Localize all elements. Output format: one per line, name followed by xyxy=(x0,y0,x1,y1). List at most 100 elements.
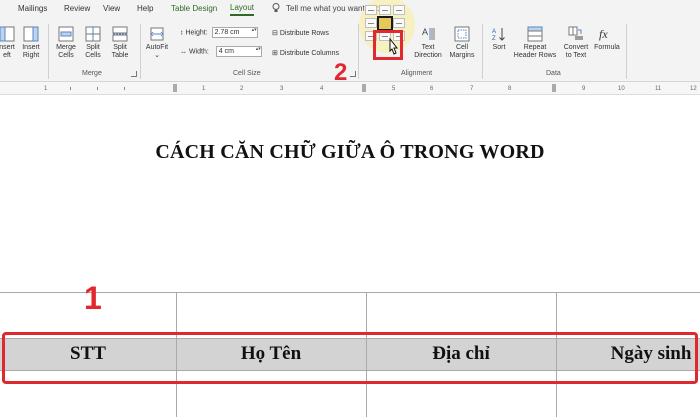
merge-cells-icon xyxy=(58,26,74,42)
repeat-header-rows-icon xyxy=(527,26,543,42)
chevron-down-icon: ⌄ xyxy=(154,52,160,59)
align-top-left-button[interactable] xyxy=(365,5,377,15)
convert-to-text-icon xyxy=(568,26,583,40)
table-border xyxy=(0,292,700,293)
split-cells-button[interactable]: Split Cells xyxy=(81,26,105,60)
insert-right-button[interactable]: Insert Right xyxy=(18,26,44,60)
group-separator xyxy=(140,24,141,79)
ruler-mark: 12 xyxy=(690,86,697,92)
distribute-columns-button[interactable]: ⊞ Distribute Columns xyxy=(272,49,339,57)
split-cells-line1: Split xyxy=(86,44,100,51)
lightbulb-icon xyxy=(272,3,280,12)
ruler-mark: 2 xyxy=(240,86,244,92)
svg-text:A: A xyxy=(422,27,428,37)
ruler-tick xyxy=(70,87,71,90)
convert-line2: to Text xyxy=(565,52,587,59)
align-center-right-button[interactable] xyxy=(393,18,405,28)
insert-left-button[interactable]: nsert eft xyxy=(0,26,16,60)
tab-layout[interactable]: Layout xyxy=(230,3,255,16)
ruler-mark: 1 xyxy=(202,86,206,92)
ruler-tick xyxy=(97,87,98,90)
repeat-header-rows-button[interactable]: Repeat Header Rows xyxy=(512,26,558,60)
svg-text:A: A xyxy=(492,29,496,35)
width-input[interactable]: 4 cm xyxy=(215,46,262,57)
split-cells-line2: Cells xyxy=(85,52,101,59)
split-table-line1: Split xyxy=(113,44,127,51)
alignment-group-label: Alignment xyxy=(401,70,433,77)
ruler-mark: 10 xyxy=(618,86,625,92)
merge-group-label: Merge xyxy=(82,70,102,77)
group-separator xyxy=(626,24,627,79)
ribbon-layout: nsert eft Insert Right Merge Cells Split… xyxy=(0,20,700,82)
height-field[interactable]: ↕ Height: 2.78 cm xyxy=(180,27,258,38)
text-direction-line1: Text xyxy=(421,44,435,51)
tab-review[interactable]: Review xyxy=(64,4,90,13)
mouse-cursor-icon xyxy=(389,38,399,55)
cell-margins-button[interactable]: Cell Margins xyxy=(446,26,478,60)
data-group-label: Data xyxy=(546,70,561,77)
height-label: Height: xyxy=(185,29,208,37)
annotation-box-header-row xyxy=(2,332,698,384)
width-icon: ↔ xyxy=(180,48,187,56)
document-title: CÁCH CĂN CHỮ GIỮA Ô TRONG WORD xyxy=(155,141,545,163)
distribute-columns-icon: ⊞ xyxy=(272,50,278,57)
insert-right-line1: Insert xyxy=(22,44,40,51)
width-label: Width: xyxy=(188,48,209,56)
align-top-right-button[interactable] xyxy=(393,5,405,15)
distribute-rows-button[interactable]: ⊟ Distribute Rows xyxy=(272,29,329,37)
merge-dialog-launcher[interactable] xyxy=(131,71,137,77)
tab-table-design[interactable]: Table Design xyxy=(171,4,217,13)
split-table-button[interactable]: Split Table xyxy=(107,26,133,60)
group-separator xyxy=(48,24,49,79)
text-direction-button[interactable]: A Text Direction xyxy=(411,26,445,60)
formula-button[interactable]: fx Formula xyxy=(592,26,622,52)
split-table-icon xyxy=(112,26,128,42)
ruler-column-marker[interactable] xyxy=(173,84,177,92)
tab-view[interactable]: View xyxy=(103,4,120,13)
height-input[interactable]: 2.78 cm xyxy=(211,27,258,38)
insert-left-line2: eft xyxy=(3,52,11,59)
insert-right-line2: Right xyxy=(22,52,40,59)
height-icon: ↕ xyxy=(180,29,184,37)
formula-label: Formula xyxy=(594,44,620,51)
convert-to-text-button[interactable]: Convert to Text xyxy=(560,26,592,60)
autofit-button[interactable]: AutoFit ⌄ xyxy=(143,26,171,60)
align-top-center-button[interactable] xyxy=(379,5,391,15)
cell-margins-line1: Cell xyxy=(455,44,469,51)
ruler-mark: 6 xyxy=(430,86,434,92)
insert-right-icon xyxy=(23,26,39,42)
cell-margins-line2: Margins xyxy=(449,52,475,59)
tab-help[interactable]: Help xyxy=(137,4,153,13)
convert-line1: Convert xyxy=(563,44,589,51)
width-field[interactable]: ↔ Width: 4 cm xyxy=(180,46,262,57)
repeat-header-line2: Header Rows xyxy=(513,52,557,59)
sort-label: Sort xyxy=(492,44,506,51)
ribbon-tab-strip: Mailings Review View Help Table Design L… xyxy=(0,0,700,20)
text-direction-icon: A xyxy=(422,27,435,40)
insert-left-icon xyxy=(0,26,15,42)
sort-icon: AZ xyxy=(492,28,505,42)
horizontal-ruler[interactable]: 1 1 2 3 4 5 6 7 8 9 10 11 12 xyxy=(0,82,700,95)
ruler-mark: 3 xyxy=(280,86,284,92)
ruler-tick xyxy=(124,87,125,90)
align-center-left-button[interactable] xyxy=(365,18,377,28)
distribute-rows-icon: ⊟ xyxy=(272,30,278,37)
repeat-header-line1: Repeat xyxy=(523,44,547,51)
cell-size-dialog-launcher[interactable] xyxy=(350,71,356,77)
ruler-column-marker[interactable] xyxy=(362,84,366,92)
tab-mailings[interactable]: Mailings xyxy=(18,4,47,13)
ruler-mark: 4 xyxy=(320,86,324,92)
distribute-columns-label: Distribute Columns xyxy=(279,50,339,57)
merge-cells-button[interactable]: Merge Cells xyxy=(53,26,79,60)
sort-button[interactable]: AZ Sort xyxy=(488,26,510,52)
svg-text:Z: Z xyxy=(492,36,496,42)
group-separator xyxy=(482,24,483,79)
cell-size-group-label: Cell Size xyxy=(233,70,261,77)
ruler-mark: 8 xyxy=(508,86,512,92)
insert-left-line1: nsert xyxy=(0,44,15,51)
align-center-button[interactable] xyxy=(377,16,393,31)
text-direction-line2: Direction xyxy=(414,52,442,59)
ruler-mark: 5 xyxy=(392,86,396,92)
ruler-column-marker[interactable] xyxy=(552,84,556,92)
formula-fx-icon: fx xyxy=(599,27,608,41)
